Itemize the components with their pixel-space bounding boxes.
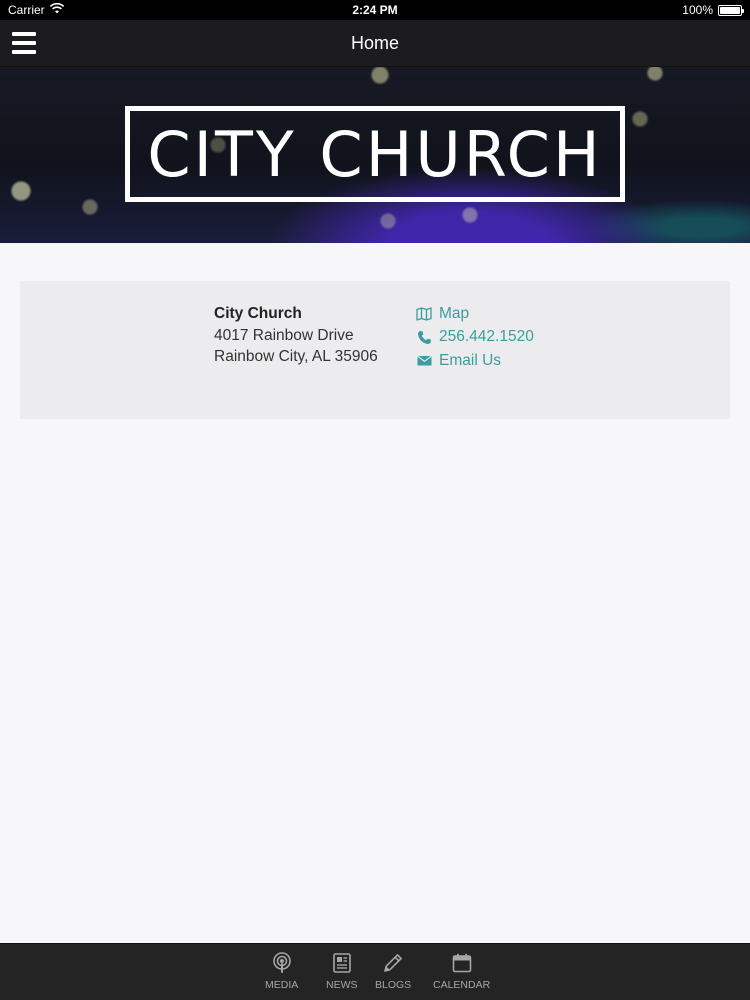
tab-blogs-label: BLOGS: [375, 979, 412, 991]
address-block: City Church 4017 Rainbow Drive Rainbow C…: [214, 303, 378, 368]
status-right: 100%: [682, 3, 744, 17]
map-link-label: Map: [439, 304, 470, 322]
battery-percent: 100%: [682, 3, 713, 17]
navigation-bar: Home: [0, 20, 750, 67]
podcast-icon: [271, 952, 293, 974]
bottom-tab-bar: MEDIA NEWS BLOGS CALENDAR: [0, 943, 750, 1000]
status-left: Carrier: [8, 2, 64, 17]
tab-calendar-label: CALENDAR: [433, 979, 491, 991]
carrier-label: Carrier: [8, 3, 45, 17]
address-line-1: 4017 Rainbow Drive: [214, 326, 354, 344]
phone-link[interactable]: 256.442.1520: [416, 326, 534, 350]
battery-icon: [718, 4, 744, 16]
tab-media-label: MEDIA: [265, 979, 299, 991]
menu-line: [12, 32, 36, 36]
tab-group: MEDIA NEWS BLOGS CALENDAR: [263, 944, 503, 1000]
church-logo: CITY CHURCH: [125, 106, 625, 202]
tab-calendar[interactable]: CALENDAR: [433, 952, 490, 991]
page-title: Home: [350, 32, 399, 53]
status-time: 2:24 PM: [352, 3, 398, 17]
email-link-label: Email Us: [439, 351, 502, 369]
contact-links: Map 256.442.1520 Email Us: [416, 302, 534, 373]
map-link[interactable]: Map: [416, 302, 534, 326]
tab-media[interactable]: MEDIA: [265, 952, 298, 991]
tab-news-label: NEWS: [326, 979, 358, 991]
map-icon: [416, 306, 432, 322]
contact-info-card: City Church 4017 Rainbow Drive Rainbow C…: [20, 281, 730, 419]
tab-blogs[interactable]: BLOGS: [375, 952, 411, 991]
calendar-icon: [451, 952, 473, 974]
menu-line: [12, 50, 36, 54]
news-icon: [331, 952, 353, 974]
hero-banner: CITY CHURCH: [0, 67, 750, 243]
logo-text: CITY CHURCH: [147, 117, 603, 191]
church-name: City Church: [214, 305, 302, 322]
wifi-icon: [49, 2, 64, 17]
email-link[interactable]: Email Us: [416, 349, 534, 373]
menu-line: [12, 41, 36, 45]
battery-fill: [720, 6, 740, 14]
phone-icon: [416, 329, 432, 345]
envelope-icon: [416, 353, 432, 369]
address-line-2: Rainbow City, AL 35906: [214, 348, 378, 365]
pencil-icon: [382, 952, 404, 974]
status-bar: Carrier 2:24 PM 100%: [0, 0, 750, 20]
hamburger-menu-icon[interactable]: [12, 32, 36, 54]
tab-news[interactable]: NEWS: [326, 952, 358, 991]
phone-link-label: 256.442.1520: [439, 328, 534, 346]
